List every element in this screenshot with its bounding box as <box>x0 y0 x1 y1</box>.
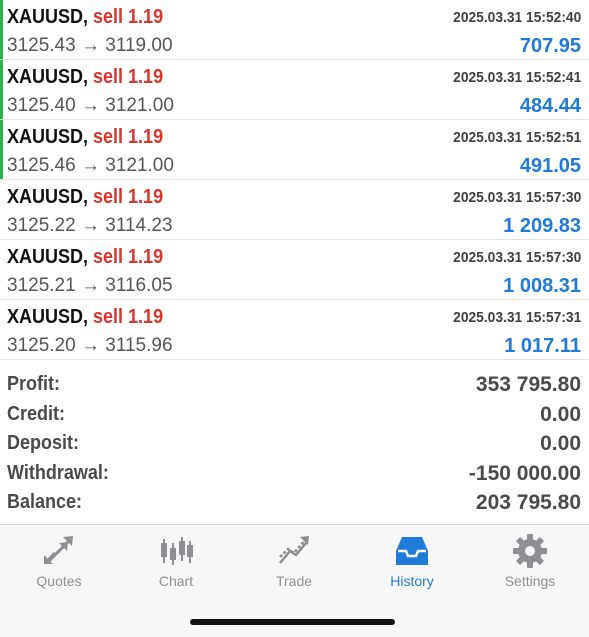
candlestick-icon <box>161 537 193 565</box>
summary-profit-value: 353 795.80 <box>475 373 581 396</box>
summary-profit-label: Profit: <box>7 373 61 395</box>
trade-prices: 3125.20 → 3115.96 <box>7 335 173 357</box>
trade-prices: 3125.21 → 3116.05 <box>7 275 173 297</box>
trade-side: sell 1.19 <box>93 306 164 328</box>
summary-balance-row: Balance: 203 795.80 <box>0 489 589 519</box>
summary-credit-label: Credit: <box>7 402 66 425</box>
open-price: 3125.21 <box>7 275 76 296</box>
trade-side: sell 1.19 <box>93 246 164 268</box>
close-price: 3115.96 <box>105 335 173 356</box>
trade-row[interactable]: XAUUSD, sell 1.19 2025.03.31 15:52:41 3125… <box>0 60 589 120</box>
quotes-arrows-icon <box>43 536 73 565</box>
trade-prices: 3125.22 → 3114.23 <box>7 215 173 237</box>
arrow-right-icon: → <box>80 95 100 116</box>
position-marker <box>0 0 3 59</box>
tab-settings[interactable]: Settings <box>471 525 589 595</box>
trade-profit: 491.05 <box>519 155 581 177</box>
trade-row[interactable]: XAUUSD, sell 1.19 2025.03.31 15:57:31 3125… <box>0 300 589 360</box>
trade-prices: 3125.40 → 3121.00 <box>7 95 174 117</box>
trade-time: 2025.03.31 15:57:30 <box>452 189 581 206</box>
arrow-right-icon: → <box>80 155 100 176</box>
trade-symbol: XAUUSD, sell 1.19 <box>7 66 163 89</box>
close-price: 3121.00 <box>105 95 174 116</box>
trade-time: 2025.03.31 15:52:51 <box>452 129 581 146</box>
symbol-name: XAUUSD, <box>7 246 89 268</box>
open-price: 3125.43 <box>7 35 76 56</box>
summary-withdrawal-row: Withdrawal: -150 000.00 <box>0 460 589 490</box>
arrow-right-icon: → <box>80 275 100 296</box>
trade-profit: 707.95 <box>519 35 581 57</box>
tab-history-label: History <box>390 573 434 589</box>
arrow-right-icon: → <box>80 335 100 356</box>
trade-row[interactable]: XAUUSD, sell 1.19 2025.03.31 15:52:51 3125… <box>0 120 589 180</box>
trade-trend-icon <box>279 536 309 564</box>
position-marker <box>0 120 3 179</box>
open-price: 3125.20 <box>7 335 76 356</box>
summary-credit-value: 0.00 <box>540 402 581 426</box>
position-marker <box>0 300 3 359</box>
close-price: 3119.00 <box>105 35 173 56</box>
trade-profit: 484.44 <box>519 95 581 117</box>
symbol-name: XAUUSD, <box>7 66 89 88</box>
trade-prices: 3125.43 → 3119.00 <box>7 35 173 57</box>
position-marker <box>0 60 3 119</box>
summary-balance-label: Balance: <box>7 491 83 514</box>
symbol-name: XAUUSD, <box>7 6 89 28</box>
trade-symbol: XAUUSD, sell 1.19 <box>7 306 163 329</box>
trade-history-list: XAUUSD, sell 1.19 2025.03.31 15:52:40 3125… <box>0 0 589 360</box>
trade-symbol: XAUUSD, sell 1.19 <box>7 186 163 209</box>
close-price: 3121.00 <box>105 155 174 176</box>
position-marker <box>0 240 3 299</box>
trade-row[interactable]: XAUUSD, sell 1.19 2025.03.31 15:57:30 3125… <box>0 180 589 240</box>
trade-profit: 1 008.31 <box>503 275 581 297</box>
trade-profit: 1 209.83 <box>503 215 581 237</box>
summary-withdrawal-value: -150 000.00 <box>468 461 581 485</box>
trade-prices: 3125.46 → 3121.00 <box>7 155 174 177</box>
trade-time: 2025.03.31 15:57:30 <box>452 249 581 266</box>
open-price: 3125.40 <box>7 95 76 116</box>
tab-trade-label: Trade <box>275 573 313 589</box>
trade-time: 2025.03.31 15:52:41 <box>452 69 581 86</box>
trade-side: sell 1.19 <box>93 66 164 88</box>
trade-time: 2025.03.31 15:57:31 <box>452 309 581 326</box>
open-price: 3125.46 <box>7 155 76 176</box>
inbox-tray-icon <box>396 537 428 565</box>
trade-row[interactable]: XAUUSD, sell 1.19 2025.03.31 15:52:40 3125… <box>0 0 589 60</box>
trade-symbol: XAUUSD, sell 1.19 <box>7 6 163 29</box>
tab-quotes[interactable]: Quotes <box>0 525 118 595</box>
symbol-name: XAUUSD, <box>7 306 89 328</box>
close-price: 3114.23 <box>105 215 173 236</box>
trade-side: sell 1.19 <box>93 186 164 208</box>
trade-row[interactable]: XAUUSD, sell 1.19 2025.03.31 15:57:30 3125… <box>0 240 589 300</box>
trade-profit: 1 017.11 <box>504 335 581 357</box>
trade-symbol: XAUUSD, sell 1.19 <box>7 246 163 269</box>
symbol-name: XAUUSD, <box>7 186 89 208</box>
summary-withdrawal-label: Withdrawal: <box>7 461 109 484</box>
trade-side: sell 1.19 <box>93 126 164 148</box>
tab-trade[interactable]: Trade <box>235 525 353 595</box>
arrow-right-icon: → <box>80 215 100 236</box>
tab-history[interactable]: History <box>353 525 471 595</box>
account-summary: Profit: 353 795.80 Credit: 0.00 Deposit:… <box>0 371 589 519</box>
summary-credit-row: Credit: 0.00 <box>0 401 589 431</box>
summary-deposit-value: 0.00 <box>540 432 581 456</box>
arrow-right-icon: → <box>80 35 100 56</box>
tab-chart-label: Chart <box>158 573 194 589</box>
summary-deposit-row: Deposit: 0.00 <box>0 430 589 460</box>
summary-profit-row: Profit: 353 795.80 <box>0 371 589 401</box>
gear-icon <box>513 534 547 568</box>
tab-settings-label: Settings <box>504 573 556 589</box>
trade-symbol: XAUUSD, sell 1.19 <box>7 126 163 149</box>
summary-deposit-label: Deposit: <box>7 432 79 455</box>
open-price: 3125.22 <box>7 215 76 236</box>
summary-balance-value: 203 795.80 <box>475 491 581 515</box>
home-indicator[interactable] <box>190 619 395 625</box>
tab-chart[interactable]: Chart <box>117 525 235 595</box>
position-marker <box>0 180 3 239</box>
trade-time: 2025.03.31 15:52:40 <box>452 9 581 26</box>
trade-side: sell 1.19 <box>93 6 164 28</box>
close-price: 3116.05 <box>105 275 173 296</box>
symbol-name: XAUUSD, <box>7 126 89 148</box>
tab-quotes-label: Quotes <box>36 573 82 589</box>
